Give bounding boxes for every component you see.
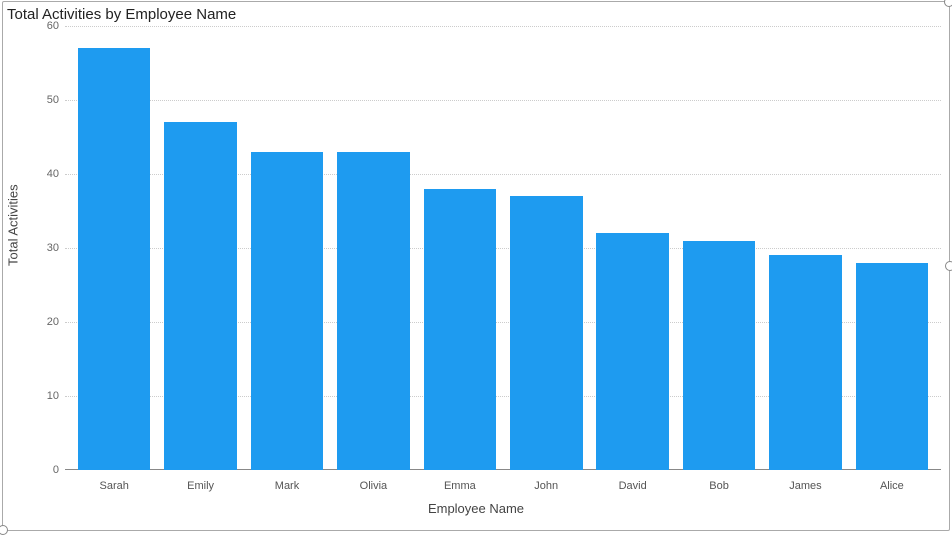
bar-slot [762, 26, 848, 470]
bar-slot [849, 26, 935, 470]
x-tick-label: Olivia [330, 480, 416, 492]
bar[interactable] [769, 255, 842, 470]
y-axis-title: Total Activities [6, 184, 21, 266]
bar[interactable] [510, 196, 583, 470]
x-tick-label: Emma [417, 480, 503, 492]
x-tick-label: Emily [157, 480, 243, 492]
x-labels: SarahEmilyMarkOliviaEmmaJohnDavidBobJame… [65, 480, 941, 492]
x-axis-title: Employee Name [3, 501, 949, 516]
bar[interactable] [683, 241, 756, 470]
bar[interactable] [337, 152, 410, 470]
y-tick-label: 0 [35, 464, 59, 476]
bar-slot [157, 26, 243, 470]
chart-frame[interactable]: Total Activities by Employee Name Total … [2, 1, 950, 531]
bar-slot [330, 26, 416, 470]
resize-handle-middle-right[interactable] [945, 261, 952, 271]
bars-container [65, 26, 941, 470]
bar-slot [244, 26, 330, 470]
x-tick-label: Bob [676, 480, 762, 492]
bar-slot [417, 26, 503, 470]
bar[interactable] [251, 152, 324, 470]
bar[interactable] [424, 189, 497, 470]
resize-handle-bottom-left[interactable] [0, 525, 8, 535]
bar-slot [589, 26, 675, 470]
y-tick-label: 10 [35, 390, 59, 402]
x-tick-label: John [503, 480, 589, 492]
y-tick-label: 40 [35, 168, 59, 180]
bar[interactable] [596, 233, 669, 470]
x-tick-label: David [589, 480, 675, 492]
bar[interactable] [856, 263, 929, 470]
y-tick-label: 50 [35, 94, 59, 106]
y-tick-label: 60 [35, 20, 59, 32]
x-tick-label: Mark [244, 480, 330, 492]
bar[interactable] [164, 122, 237, 470]
x-tick-label: James [762, 480, 848, 492]
bar-slot [503, 26, 589, 470]
bar-slot [71, 26, 157, 470]
plot-area: 0102030405060 [65, 26, 941, 470]
x-tick-label: Alice [849, 480, 935, 492]
x-tick-label: Sarah [71, 480, 157, 492]
y-tick-label: 20 [35, 316, 59, 328]
resize-handle-top-right[interactable] [944, 0, 952, 7]
y-tick-label: 30 [35, 242, 59, 254]
bar[interactable] [78, 48, 151, 470]
bar-slot [676, 26, 762, 470]
